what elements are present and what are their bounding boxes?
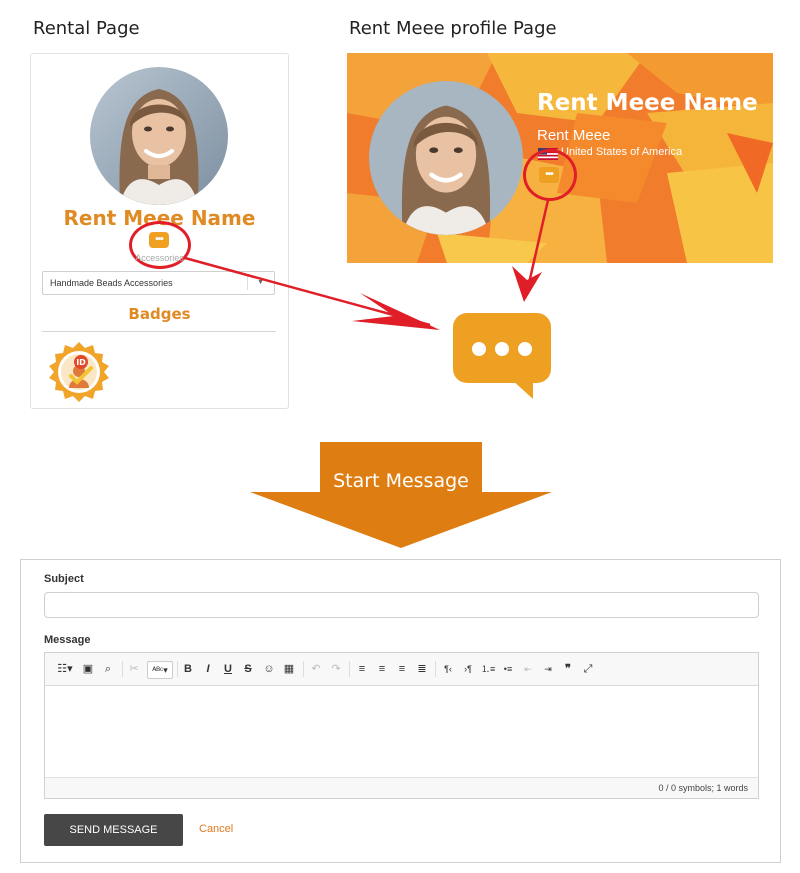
message-editor[interactable]: ☷▾ ▣ ⌕ ✂ ᴬᴮᶜ▾ B I U S ☺ ▦ ↶ ↷ ≡ ≡ ≡ ≣ ¶‹… <box>44 652 759 799</box>
format-menu-icon[interactable]: ☷▾ <box>55 661 75 677</box>
align-center-icon[interactable]: ≡ <box>375 661 389 677</box>
undo-icon[interactable]: ↶ <box>309 661 323 677</box>
preview-icon[interactable]: ⌕ <box>101 661 115 677</box>
save-icon[interactable]: ▣ <box>81 661 95 677</box>
align-right-icon[interactable]: ≡ <box>395 661 409 677</box>
align-left-icon[interactable]: ≡ <box>355 661 369 677</box>
message-bubble-icon <box>453 313 553 401</box>
numbered-list-icon[interactable]: ⒈≡ <box>481 661 495 677</box>
subject-label: Subject <box>44 573 84 585</box>
strikethrough-icon[interactable]: S <box>242 661 254 677</box>
rtl-icon[interactable]: ›¶ <box>461 661 475 677</box>
outdent-icon[interactable]: ⇤ <box>521 661 535 677</box>
justify-icon[interactable]: ≣ <box>415 661 429 677</box>
cancel-link[interactable]: Cancel <box>199 823 233 835</box>
ltr-icon[interactable]: ¶‹ <box>441 661 455 677</box>
send-message-button[interactable]: SEND MESSAGE <box>44 814 183 846</box>
editor-status-bar: 0 / 0 symbols; 1 words <box>45 777 758 798</box>
table-icon[interactable]: ▦ <box>282 661 296 677</box>
subject-input[interactable] <box>44 592 759 618</box>
blockquote-icon[interactable]: ❞ <box>561 661 575 677</box>
fullscreen-icon[interactable]: ⤢ <box>581 661 595 677</box>
emoji-icon[interactable]: ☺ <box>262 661 276 677</box>
start-message-label: Start Message <box>333 470 469 492</box>
start-message-arrow <box>250 442 552 548</box>
redo-icon[interactable]: ↷ <box>329 661 343 677</box>
bullet-list-icon[interactable]: •≡ <box>501 661 515 677</box>
italic-icon[interactable]: I <box>202 661 214 677</box>
indent-icon[interactable]: ⇥ <box>541 661 555 677</box>
message-label: Message <box>44 634 91 646</box>
cut-icon[interactable]: ✂ <box>127 661 141 677</box>
bold-icon[interactable]: B <box>182 661 194 677</box>
spellcheck-icon[interactable]: ᴬᴮᶜ▾ <box>147 661 173 679</box>
editor-toolbar: ☷▾ ▣ ⌕ ✂ ᴬᴮᶜ▾ B I U S ☺ ▦ ↶ ↷ ≡ ≡ ≡ ≣ ¶‹… <box>45 653 758 686</box>
underline-icon[interactable]: U <box>222 661 234 677</box>
symbol-count: 0 / 0 symbols; 1 words <box>658 783 748 793</box>
